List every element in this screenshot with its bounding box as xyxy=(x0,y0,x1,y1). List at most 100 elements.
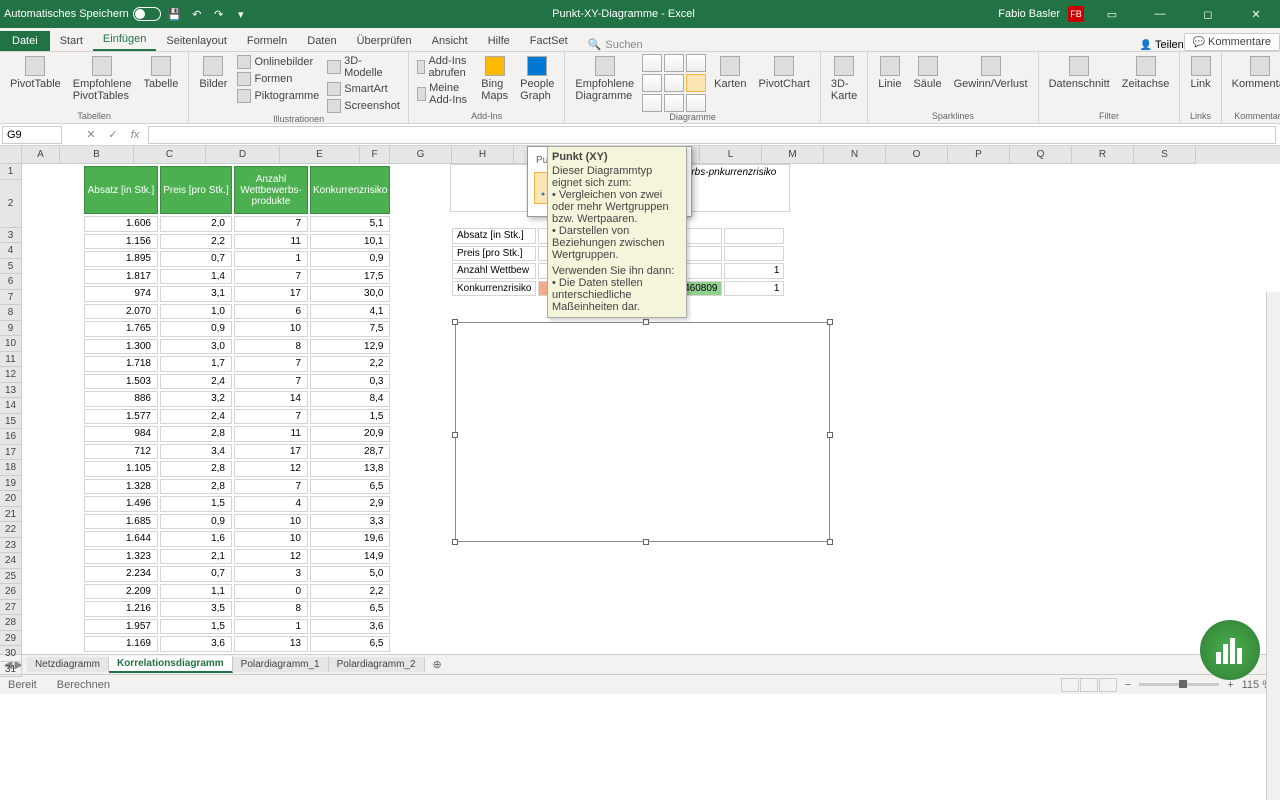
data-cell[interactable]: 7 xyxy=(234,269,308,285)
recommended-pivottables-button[interactable]: Empfohlene PivotTables xyxy=(69,54,136,104)
sheet-tab-polar2[interactable]: Polardiagramm_2 xyxy=(329,657,425,672)
data-cell[interactable]: 5,0 xyxy=(310,566,390,582)
data-cell[interactable]: 2,8 xyxy=(160,426,232,442)
data-cell[interactable]: 2,8 xyxy=(160,461,232,477)
data-cell[interactable]: 12 xyxy=(234,461,308,477)
fx-icon[interactable]: fx xyxy=(126,126,144,144)
sparkline-line-button[interactable]: Linie xyxy=(874,54,905,92)
spreadsheet-grid[interactable]: 1 2 345678910111213141516171819202122232… xyxy=(0,146,1280,654)
vertical-scrollbar[interactable] xyxy=(1266,292,1280,800)
data-cell[interactable]: 1.496 xyxy=(84,496,158,512)
area-chart-button[interactable] xyxy=(664,74,684,92)
row-header[interactable]: 2 xyxy=(0,180,22,228)
data-cell[interactable]: 3,6 xyxy=(310,619,390,635)
column-header[interactable]: S xyxy=(1134,146,1196,164)
data-cell[interactable]: 7 xyxy=(234,216,308,232)
data-cell[interactable]: 8,4 xyxy=(310,391,390,407)
data-cell[interactable]: 2,2 xyxy=(160,234,232,250)
data-cell[interactable]: 3,2 xyxy=(160,391,232,407)
data-cell[interactable]: 1.685 xyxy=(84,514,158,530)
row-header[interactable]: 18 xyxy=(0,460,22,476)
comment-button[interactable]: Kommentar xyxy=(1228,54,1280,92)
data-cell[interactable]: 0,3 xyxy=(310,374,390,390)
tab-factset[interactable]: FactSet xyxy=(520,31,578,51)
data-cell[interactable]: 2,2 xyxy=(310,356,390,372)
row-header[interactable]: 31 xyxy=(0,662,22,678)
undo-icon[interactable]: ↶ xyxy=(189,6,205,22)
tab-formulas[interactable]: Formeln xyxy=(237,31,297,51)
data-cell[interactable]: 3,1 xyxy=(160,286,232,302)
data-cell[interactable]: 0,7 xyxy=(160,251,232,267)
view-normal-button[interactable] xyxy=(1061,678,1079,692)
share-button[interactable]: 👤 Teilen xyxy=(1140,39,1184,51)
data-cell[interactable]: 1.606 xyxy=(84,216,158,232)
data-cell[interactable]: 4,1 xyxy=(310,304,390,320)
column-header[interactable]: D xyxy=(206,146,280,164)
column-header[interactable]: L xyxy=(700,146,762,164)
data-cell[interactable]: 1,1 xyxy=(160,584,232,600)
column-header[interactable]: R xyxy=(1072,146,1134,164)
row-header[interactable]: 24 xyxy=(0,553,22,569)
row-header[interactable]: 22 xyxy=(0,522,22,538)
data-cell[interactable]: 1.817 xyxy=(84,269,158,285)
data-cell[interactable]: 3,3 xyxy=(160,654,232,655)
column-header[interactable]: C xyxy=(134,146,206,164)
row-header[interactable]: 4 xyxy=(0,243,22,259)
data-cell[interactable]: 974 xyxy=(84,286,158,302)
data-cell[interactable]: 0,9 xyxy=(310,251,390,267)
redo-icon[interactable]: ↷ xyxy=(211,6,227,22)
data-cell[interactable]: 17,5 xyxy=(310,269,390,285)
data-cell[interactable]: 7,5 xyxy=(310,321,390,337)
data-cell[interactable]: 2,9 xyxy=(310,496,390,512)
data-cell[interactable]: 1.644 xyxy=(84,531,158,547)
tab-help[interactable]: Hilfe xyxy=(478,31,520,51)
column-header[interactable]: P xyxy=(948,146,1010,164)
row-header[interactable]: 10 xyxy=(0,336,22,352)
sparkline-column-button[interactable]: Säule xyxy=(909,54,945,92)
ribbon-options-icon[interactable]: ▭ xyxy=(1092,0,1132,28)
data-cell[interactable]: 3,4 xyxy=(160,444,232,460)
qat-dropdown-icon[interactable]: ▾ xyxy=(233,6,249,22)
data-cell[interactable]: 6 xyxy=(234,304,308,320)
close-button[interactable]: ✕ xyxy=(1236,0,1276,28)
data-cell[interactable]: 13,8 xyxy=(310,461,390,477)
column-header[interactable]: A xyxy=(22,146,60,164)
data-cell[interactable]: 7 xyxy=(234,374,308,390)
row-header[interactable]: 28 xyxy=(0,615,22,631)
data-cell[interactable]: 886 xyxy=(84,391,158,407)
column-header[interactable]: H xyxy=(452,146,514,164)
data-cell[interactable]: 20,9 xyxy=(310,426,390,442)
stock-chart-button[interactable] xyxy=(642,94,662,112)
data-cell[interactable]: 1,7 xyxy=(160,356,232,372)
data-cell[interactable]: 6,5 xyxy=(310,601,390,617)
table-button[interactable]: Tabelle xyxy=(139,54,182,92)
get-addins-button[interactable]: Add-Ins abrufen xyxy=(415,54,473,80)
name-box[interactable] xyxy=(2,126,62,144)
view-pagebreak-button[interactable] xyxy=(1099,678,1117,692)
row-header[interactable]: 23 xyxy=(0,538,22,554)
data-cell[interactable]: 2,8 xyxy=(160,479,232,495)
data-cell[interactable]: 1.895 xyxy=(84,251,158,267)
shapes-button[interactable]: Formen xyxy=(235,71,321,87)
row-header[interactable]: 21 xyxy=(0,507,22,523)
data-cell[interactable]: 11 xyxy=(234,426,308,442)
data-cell[interactable]: 1.216 xyxy=(84,601,158,617)
row-header[interactable]: 13 xyxy=(0,383,22,399)
save-icon[interactable]: 💾 xyxy=(167,6,183,22)
screenshot-button[interactable]: Screenshot xyxy=(325,98,402,114)
online-pictures-button[interactable]: Onlinebilder xyxy=(235,54,321,70)
row-header[interactable]: 3 xyxy=(0,228,22,244)
data-cell[interactable]: 2,4 xyxy=(160,409,232,425)
data-cell[interactable]: 1.034 xyxy=(84,654,158,655)
data-cell[interactable]: 0,9 xyxy=(160,321,232,337)
column-header[interactable]: Q xyxy=(1010,146,1072,164)
column-header[interactable]: N xyxy=(824,146,886,164)
line-chart-button[interactable] xyxy=(664,54,684,72)
pivotchart-button[interactable]: PivotChart xyxy=(755,54,814,92)
cancel-formula-icon[interactable]: ✕ xyxy=(82,126,100,144)
formula-bar[interactable] xyxy=(148,126,1276,144)
data-cell[interactable]: 14,9 xyxy=(310,549,390,565)
data-cell[interactable]: 2,1 xyxy=(160,549,232,565)
data-cell[interactable]: 0,9 xyxy=(160,514,232,530)
data-cell[interactable]: 17 xyxy=(234,444,308,460)
